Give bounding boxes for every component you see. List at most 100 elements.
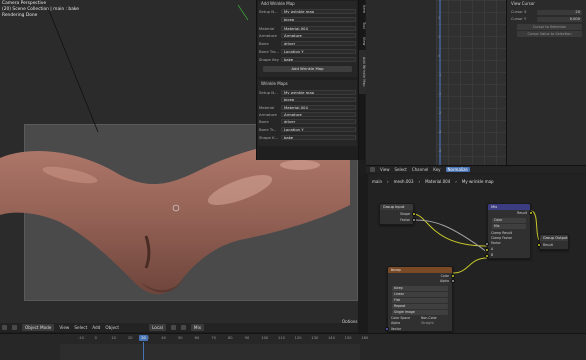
menu-select[interactable]: Select: [395, 167, 407, 172]
timeline-tick-label: 110: [278, 336, 285, 340]
breadcrumb-material[interactable]: Material.004: [425, 179, 450, 184]
material-label: Material: [259, 25, 275, 31]
input-vector: Vector: [391, 327, 402, 331]
group-input-node[interactable]: Group Input Shape Factor: [379, 203, 416, 225]
setup-name-field-2[interactable]: My wrinkle map: [281, 89, 356, 95]
timeline-tick-label: 40: [161, 336, 166, 340]
y-tick-label: 0: [438, 54, 441, 58]
bone-transform-field[interactable]: Location Y: [281, 48, 356, 54]
clamp-result-checkbox[interactable]: Clamp Result: [491, 231, 527, 235]
socket-a-in[interactable]: [485, 248, 489, 252]
transform-orientation-dropdown[interactable]: Local: [149, 324, 166, 331]
blend-mode-dropdown[interactable]: Mix: [492, 224, 526, 229]
extension-dropdown[interactable]: Repeat: [392, 304, 448, 309]
armature-field[interactable]: Armature: [281, 32, 356, 38]
material-field[interactable]: Material.004: [281, 25, 356, 31]
cursor-x-field[interactable]: 20: [537, 9, 582, 15]
normalize-toggle[interactable]: Normalize: [445, 167, 470, 172]
prop-row: Shape K... bake: [259, 134, 356, 140]
cursor-to-selection-button[interactable]: Cursor to Selection: [517, 24, 582, 30]
image-field[interactable]: bicep: [281, 16, 356, 22]
timeline-track: [60, 344, 360, 360]
menu-view[interactable]: View: [380, 167, 390, 172]
menu-view[interactable]: View: [59, 325, 69, 330]
bone-transform-field-2[interactable]: Location Y: [281, 126, 356, 132]
mix-dropdown[interactable]: Mix: [190, 324, 205, 331]
armature-label-2: Armature: [259, 111, 277, 117]
material-label-2: Material: [259, 104, 275, 110]
menu-add[interactable]: Add: [92, 325, 100, 330]
image-texture-node[interactable]: bicep Color Alpha bicep Linear Flat Repe…: [385, 266, 455, 332]
armature-label: Armature: [259, 32, 277, 38]
snap-icon[interactable]: [170, 325, 176, 330]
breadcrumb-object[interactable]: mesh.003: [394, 179, 414, 184]
menu-channel[interactable]: Channel: [412, 167, 428, 172]
output-color: Color: [440, 274, 449, 278]
shape-key-field-2[interactable]: bake: [281, 134, 356, 140]
timeline-tick-label: 150: [344, 336, 352, 340]
socket-b-in[interactable]: [485, 254, 489, 258]
tab-tool[interactable]: Tool: [359, 18, 366, 32]
tab-add-wrinkle-map[interactable]: Add Wrinkle Map: [359, 50, 366, 94]
graph-editor[interactable]: 2 1 0 -1 -2 -3 -4 -5: [366, 0, 506, 165]
alpha-row: Alpha Straight: [391, 321, 449, 325]
bone-field-2[interactable]: driver: [281, 118, 356, 124]
projection-dropdown[interactable]: Flat: [392, 298, 448, 303]
setup-name-field[interactable]: My wrinkle map: [281, 8, 356, 14]
socket-color-out[interactable]: [451, 274, 455, 278]
socket-factor-in[interactable]: [485, 242, 489, 246]
node-toolbar: [358, 174, 368, 333]
mix-type-dropdown[interactable]: Color: [492, 218, 526, 223]
bone-field[interactable]: driver: [281, 40, 356, 46]
colorspace-dropdown[interactable]: Non-Color: [421, 316, 437, 320]
breadcrumb-scene[interactable]: main: [372, 179, 382, 184]
wrinkle-maps-title: Wrinkle Maps: [261, 81, 288, 86]
prop-row: Armature Armature: [259, 32, 356, 38]
tab-view[interactable]: View: [359, 34, 366, 48]
timeline-tick-label: 90: [244, 336, 250, 340]
menu-object[interactable]: Object: [105, 325, 119, 330]
socket-alpha-out[interactable]: [451, 279, 455, 283]
armature-field-2[interactable]: Armature: [281, 111, 356, 117]
interpolation-dropdown[interactable]: Linear: [392, 292, 448, 297]
shape-key-field[interactable]: bake: [281, 56, 356, 62]
panel-title: Add Wrinkle Map: [261, 1, 295, 6]
socket-result-in[interactable]: [537, 243, 541, 247]
image-field-2[interactable]: bicep: [281, 96, 356, 102]
socket-result-out[interactable]: [529, 211, 533, 215]
alpha-dropdown[interactable]: Straight: [421, 321, 434, 325]
timeline[interactable]: -100102030405060708090100110120130140150…: [0, 333, 586, 360]
group-output-node[interactable]: Group Output Result: [537, 234, 569, 250]
breadcrumb-nodegroup[interactable]: My wrinkle map: [462, 179, 494, 184]
input-factor: Factor: [491, 241, 501, 245]
tab-item[interactable]: Item: [359, 2, 366, 16]
graph-sidebar: View Cursor Cursor X 20 Cursor Y 0.000 C…: [506, 0, 586, 165]
prop-row: Material Material.004: [259, 104, 356, 110]
socket-factor[interactable]: [412, 218, 416, 222]
socket-vector-in[interactable]: [385, 327, 389, 331]
add-wrinkle-map-button[interactable]: Add Wrinkle Map: [263, 66, 352, 72]
image-datablock-field[interactable]: bicep: [392, 286, 448, 291]
cursor-y-field[interactable]: 0.000: [537, 16, 582, 22]
source-dropdown[interactable]: Single Image: [392, 310, 448, 315]
y-tick-label: 2: [438, 16, 441, 20]
timeline-tick-label: 80: [228, 336, 233, 340]
mix-node[interactable]: Mix Result Color Mix Clamp Result Clamp …: [485, 203, 533, 259]
output-factor: Factor: [400, 218, 410, 222]
node-editor[interactable]: Group Input Shape Factor Mix Result Colo…: [358, 174, 586, 333]
node-title: Mix: [488, 204, 530, 210]
material-field-2[interactable]: Material.004: [281, 104, 356, 110]
clamp-factor-checkbox[interactable]: Clamp Factor: [491, 236, 527, 240]
mode-dropdown[interactable]: Object Mode: [22, 324, 55, 331]
menu-key[interactable]: Key: [433, 167, 440, 172]
editor-type-icon[interactable]: [370, 167, 375, 172]
cursor-value-to-selection-button[interactable]: Cursor Value to Selection: [517, 31, 582, 37]
editor-type-icon[interactable]: [2, 325, 7, 330]
proportional-edit-icon[interactable]: [180, 325, 186, 330]
menu-select[interactable]: Select: [74, 325, 87, 330]
current-frame-indicator[interactable]: 20: [139, 335, 148, 341]
y-tick-label: -1: [438, 73, 442, 77]
shape-key-label-2: Shape K...: [259, 134, 279, 140]
select-box-icon[interactable]: [12, 325, 17, 330]
socket-shape[interactable]: [412, 212, 416, 216]
